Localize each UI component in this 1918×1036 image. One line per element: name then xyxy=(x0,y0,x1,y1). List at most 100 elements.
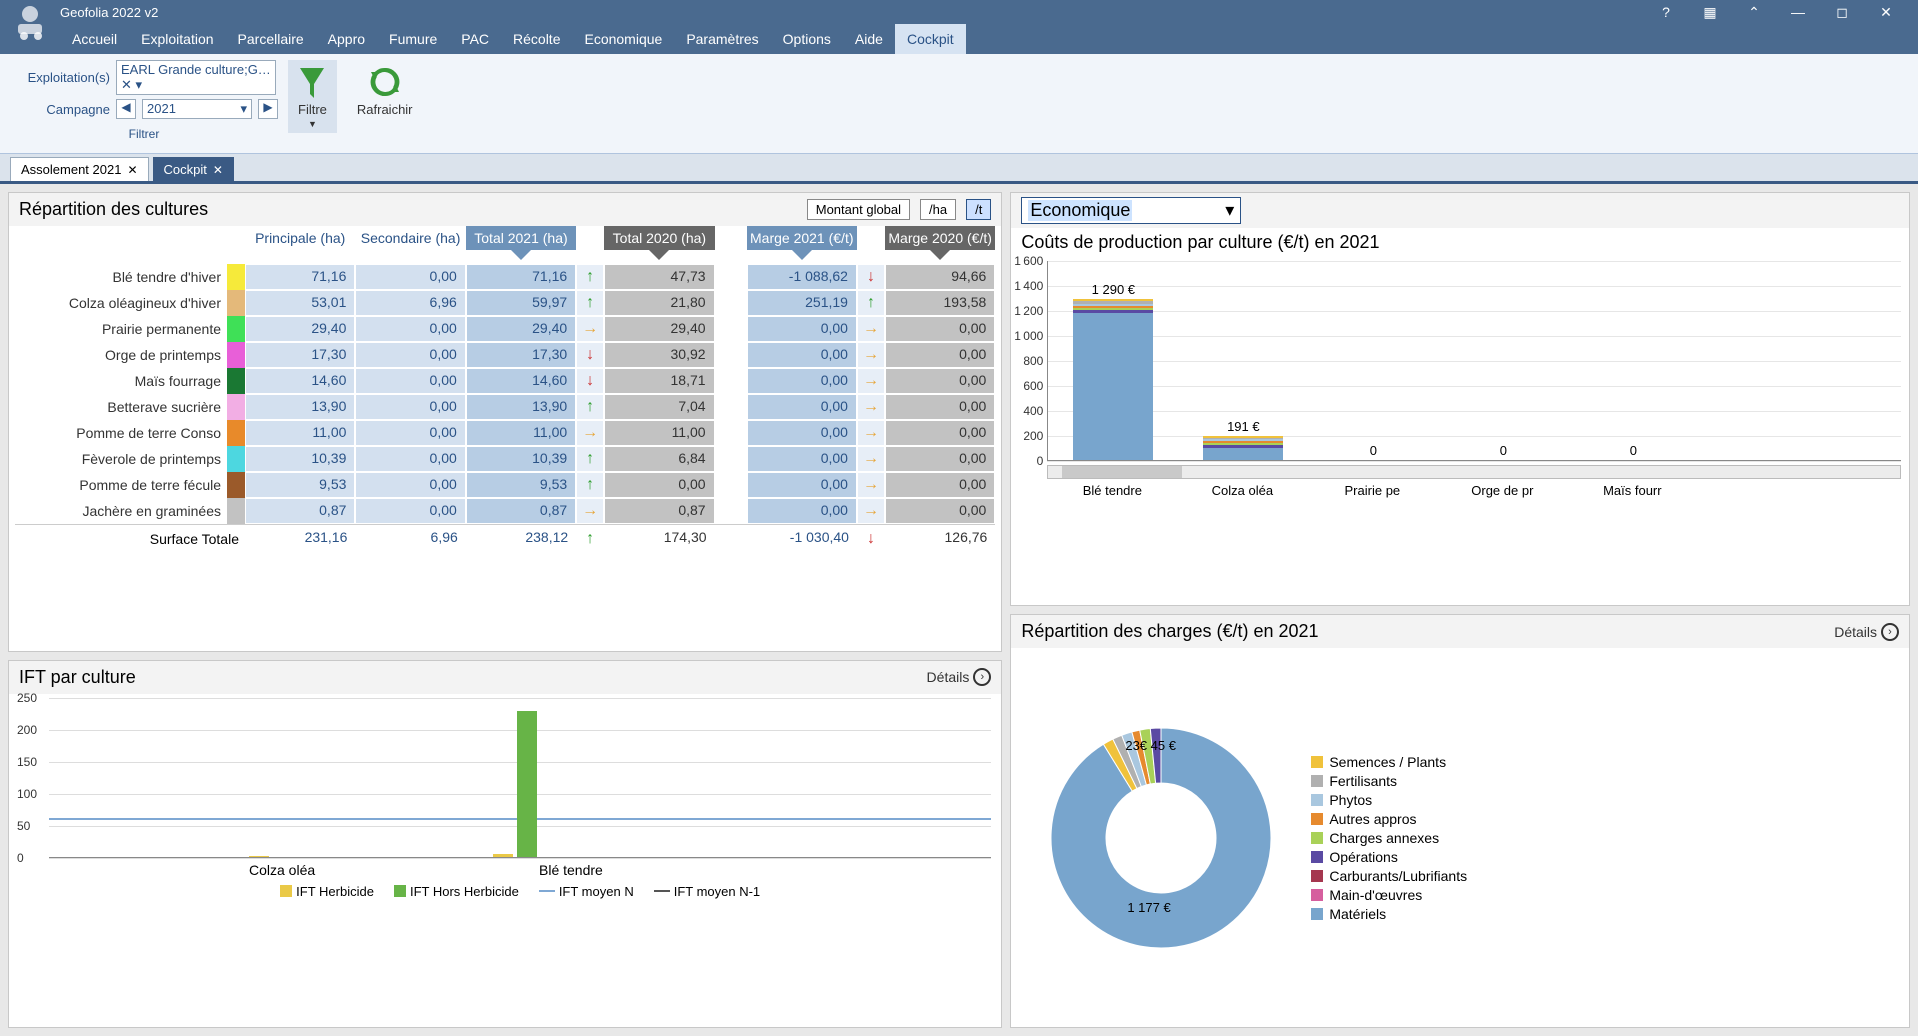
legend-item: Matériels xyxy=(1311,906,1467,922)
cost-panel: Economique▾ Coûts de production par cult… xyxy=(1010,192,1910,606)
charges-panel: Répartition des charges (€/t) en 2021 Dé… xyxy=(1010,614,1910,1028)
help-icon[interactable]: ? xyxy=(1644,4,1688,20)
table-row[interactable]: Prairie permanente 29,40 0,00 29,40 → 29… xyxy=(15,316,995,342)
cultures-title: Répartition des cultures xyxy=(19,199,208,220)
trend-icon: → xyxy=(576,498,604,524)
table-row[interactable]: Betterave sucrière 13,90 0,00 13,90 ↑ 7,… xyxy=(15,394,995,420)
app-title: Geofolia 2022 v2 xyxy=(60,5,158,20)
trend-icon: ↑ xyxy=(576,394,604,420)
color-swatch xyxy=(227,290,245,316)
trend-icon: → xyxy=(857,446,885,472)
legend-item: IFT Herbicide xyxy=(280,884,374,899)
ift-chart: 050100150200250 Colza oléaBlé tendre IFT… xyxy=(9,694,1001,1027)
ift-bar xyxy=(249,856,269,857)
tab-cockpit[interactable]: Cockpit✕ xyxy=(153,157,234,181)
campagne-next-button[interactable]: ▶ xyxy=(258,99,278,119)
refresh-button[interactable]: Rafraichir xyxy=(347,60,423,121)
menu-appro[interactable]: Appro xyxy=(316,24,377,54)
cost-bar-group: 1 290 € xyxy=(1068,282,1158,460)
footer-t21-trend-icon: ↑ xyxy=(576,525,604,552)
app-logo-icon xyxy=(10,2,50,42)
trend-icon: → xyxy=(857,394,885,420)
table-row[interactable]: Orge de printemps 17,30 0,00 17,30 ↓ 30,… xyxy=(15,342,995,368)
cost-chart: 02004006008001 0001 2001 4001 600 1 290 … xyxy=(1011,257,1909,605)
document-tabs: Assolement 2021✕Cockpit✕ xyxy=(0,154,1918,184)
table-row[interactable]: Jachère en graminées 0,87 0,00 0,87 → 0,… xyxy=(15,498,995,524)
footer-label: Surface Totale xyxy=(15,525,245,552)
legend-item: Phytos xyxy=(1311,792,1467,808)
legend-item: IFT Hors Herbicide xyxy=(394,884,519,899)
menu-fumure[interactable]: Fumure xyxy=(377,24,449,54)
menu-paramètres[interactable]: Paramètres xyxy=(674,24,770,54)
table-row[interactable]: Blé tendre d'hiver 71,16 0,00 71,16 ↑ 47… xyxy=(15,264,995,290)
cost-title: Coûts de production par culture (€/t) en… xyxy=(1011,228,1909,257)
menu-aide[interactable]: Aide xyxy=(843,24,895,54)
col-principale: Principale (ha) xyxy=(245,226,355,250)
trend-icon: ↑ xyxy=(576,290,604,316)
menu-cockpit[interactable]: Cockpit xyxy=(895,24,966,54)
toggle-ha[interactable]: /ha xyxy=(920,199,956,220)
maximize-button[interactable]: ◻ xyxy=(1820,4,1864,21)
legend-item: Semences / Plants xyxy=(1311,754,1467,770)
menu-accueil[interactable]: Accueil xyxy=(60,24,129,54)
table-row[interactable]: Pomme de terre Conso 11,00 0,00 11,00 → … xyxy=(15,420,995,446)
col-marge-2020: Marge 2020 (€/t) xyxy=(885,226,995,250)
trend-icon: ↓ xyxy=(576,368,604,394)
eco-type-combo[interactable]: Economique▾ xyxy=(1021,197,1241,224)
menu-exploitation[interactable]: Exploitation xyxy=(129,24,225,54)
table-row[interactable]: Maïs fourrage 14,60 0,00 14,60 ↓ 18,71 0… xyxy=(15,368,995,394)
legend-item: Opérations xyxy=(1311,849,1467,865)
charges-donut-chart: 1 177 € 23€ 45 € xyxy=(1031,708,1291,968)
legend-item: Main-d'œuvres xyxy=(1311,887,1467,903)
ift-bar xyxy=(493,854,513,857)
charges-details-link[interactable]: Détails› xyxy=(1834,623,1899,641)
color-swatch xyxy=(227,394,245,420)
refresh-icon xyxy=(367,64,403,100)
table-row[interactable]: Colza oléagineux d'hiver 53,01 6,96 59,9… xyxy=(15,290,995,316)
tab-close-icon[interactable]: ✕ xyxy=(213,163,223,177)
filter-button[interactable]: Filtre ▼ xyxy=(288,60,337,133)
trend-icon: → xyxy=(857,368,885,394)
legend-item: Charges annexes xyxy=(1311,830,1467,846)
color-swatch xyxy=(227,342,245,368)
legend-item: Fertilisants xyxy=(1311,773,1467,789)
campagne-combo[interactable]: 2021 ▾ xyxy=(142,99,252,119)
color-swatch xyxy=(227,498,245,524)
exploitation-label: Exploitation(s) xyxy=(10,70,110,85)
toggle-global[interactable]: Montant global xyxy=(807,199,910,220)
content: Répartition des cultures Montant global … xyxy=(0,184,1918,1036)
campagne-label: Campagne xyxy=(10,102,110,117)
minimize-button[interactable]: — xyxy=(1776,4,1820,20)
color-swatch xyxy=(227,446,245,472)
campagne-prev-button[interactable]: ◀ xyxy=(116,99,136,119)
ift-title: IFT par culture xyxy=(19,667,136,688)
ift-bar xyxy=(517,711,537,857)
ift-panel: IFT par culture Détails› 050100150200250… xyxy=(8,660,1002,1028)
table-row[interactable]: Fèverole de printemps 10,39 0,00 10,39 ↑… xyxy=(15,446,995,472)
trend-icon: ↑ xyxy=(857,290,885,316)
menu-economique[interactable]: Economique xyxy=(572,24,674,54)
menu-parcellaire[interactable]: Parcellaire xyxy=(226,24,316,54)
table-row[interactable]: Pomme de terre fécule 9,53 0,00 9,53 ↑ 0… xyxy=(15,472,995,498)
cost-hscrollbar[interactable] xyxy=(1047,465,1901,479)
cultures-table: Principale (ha) Secondaire (ha) Total 20… xyxy=(9,226,1001,651)
cultures-table-footer: Surface Totale 231,16 6,96 238,12 ↑ 174,… xyxy=(15,524,995,552)
ift-details-link[interactable]: Détails› xyxy=(927,668,992,686)
col-secondaire: Secondaire (ha) xyxy=(355,226,465,250)
menu-pac[interactable]: PAC xyxy=(449,24,501,54)
collapse-ribbon-icon[interactable]: ⌃ xyxy=(1732,4,1776,21)
color-swatch xyxy=(227,368,245,394)
legend-item: IFT moyen N xyxy=(539,884,634,899)
trend-icon: ↓ xyxy=(857,264,885,290)
menu-récolte[interactable]: Récolte xyxy=(501,24,572,54)
menu-options[interactable]: Options xyxy=(771,24,843,54)
ift-bar-group xyxy=(493,711,537,857)
close-button[interactable]: ✕ xyxy=(1864,4,1908,21)
exploitation-combo[interactable]: EARL Grande culture;G… ✕ ▾ xyxy=(116,60,276,95)
tab-close-icon[interactable]: ✕ xyxy=(127,163,137,177)
calculator-icon[interactable]: ▦ xyxy=(1688,4,1732,21)
funnel-icon xyxy=(298,64,326,100)
toggle-t[interactable]: /t xyxy=(966,199,991,220)
tab-assolement-2021[interactable]: Assolement 2021✕ xyxy=(10,157,149,181)
trend-icon: ↓ xyxy=(576,342,604,368)
